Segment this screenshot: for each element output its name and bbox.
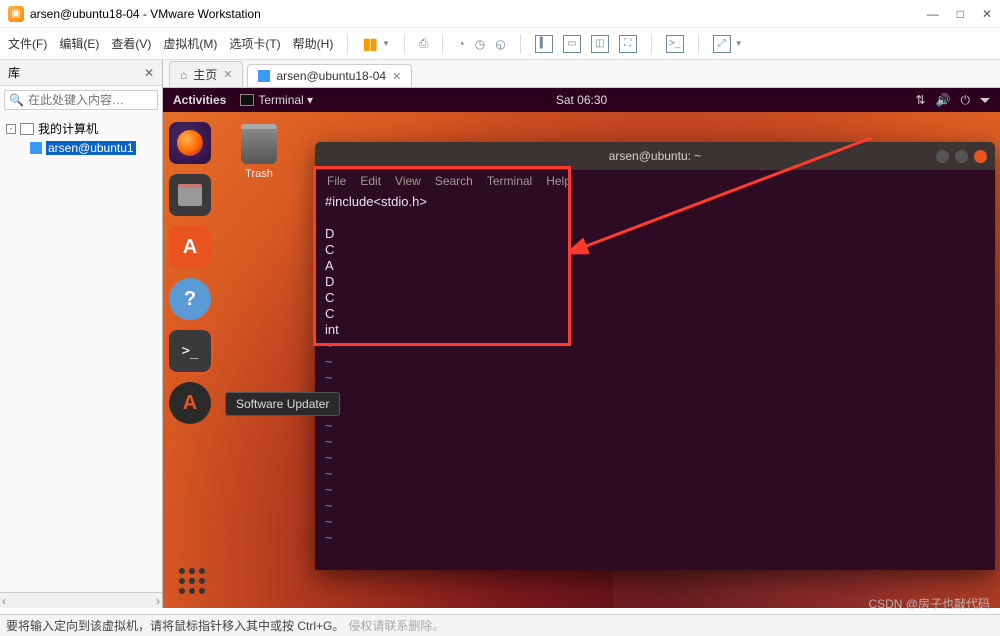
search-input[interactable]	[28, 93, 183, 107]
terminal-title: arsen@ubuntu: ~	[609, 149, 702, 163]
titlebar: ▣ arsen@ubuntu18-04 - VMware Workstation…	[0, 0, 1000, 28]
pause-icon[interactable]: ▮▮	[362, 34, 376, 54]
status-text2: 侵权请联系删除。	[348, 617, 444, 634]
dock-help[interactable]	[169, 278, 211, 320]
library-tree[interactable]: - 我的计算机 arsen@ubuntu1	[0, 114, 162, 592]
show-applications-button[interactable]	[179, 568, 207, 596]
trash-label: Trash	[241, 168, 277, 180]
terminal-window[interactable]: arsen@ubuntu: ~ File Edit View Search Te…	[315, 142, 995, 570]
terminal-topbar-icon	[240, 94, 254, 106]
tree-vm-label: arsen@ubuntu1	[46, 141, 136, 155]
maximize-button[interactable]: □	[957, 7, 964, 21]
vm-tab-icon	[258, 70, 270, 82]
term-menu-file[interactable]: File	[327, 174, 346, 188]
term-menu-help[interactable]: Help	[546, 174, 571, 188]
terminal-close-icon[interactable]	[974, 150, 987, 163]
term-line-7: C	[325, 306, 334, 321]
term-line-0: #include<stdio.h>	[325, 194, 427, 209]
term-line-8: int	[325, 322, 339, 337]
dock-terminal[interactable]	[169, 330, 211, 372]
tab-vm-label: arsen@ubuntu18-04	[276, 69, 386, 83]
menubar: 文件(F) 编辑(E) 查看(V) 虚拟机(M) 选项卡(T) 帮助(H) ▮▮…	[0, 28, 1000, 60]
menu-view[interactable]: 查看(V)	[111, 35, 151, 52]
sidebar-close-button[interactable]: ✕	[144, 66, 154, 80]
library-sidebar: 库 ✕ 🔍 ▼ - 我的计算机 arsen@ubuntu1 ‹ ›	[0, 60, 163, 608]
power-icon[interactable]: ⏻	[961, 93, 971, 108]
revert-icon[interactable]: ◷	[475, 37, 485, 51]
tab-home-close[interactable]: ✕	[223, 68, 232, 81]
system-menu-caret-icon[interactable]	[980, 98, 990, 103]
home-icon: ⌂	[180, 68, 187, 82]
sidebar-search[interactable]: 🔍 ▼	[4, 90, 158, 110]
menu-tab[interactable]: 选项卡(T)	[229, 35, 280, 52]
topbar-app-menu[interactable]: Terminal ▾	[240, 93, 313, 107]
term-line-3: C	[325, 242, 334, 257]
trash-icon	[241, 124, 277, 164]
ubuntu-dock: Software Updater	[169, 122, 217, 424]
dock-tooltip: Software Updater	[225, 392, 340, 416]
view2-icon[interactable]: ▭	[563, 35, 581, 53]
terminal-max-icon[interactable]	[955, 150, 968, 163]
term-line-4: A	[325, 258, 334, 273]
app-logo-icon: ▣	[8, 6, 24, 22]
status-text: 要将输入定向到该虚拟机，请将鼠标指针移入其中或按 Ctrl+G。	[6, 617, 344, 634]
term-line-2: D	[325, 226, 334, 241]
menu-edit[interactable]: 编辑(E)	[59, 35, 99, 52]
term-menu-search[interactable]: Search	[435, 174, 473, 188]
term-line-6: C	[325, 290, 334, 305]
sidebar-scrollbar[interactable]: ‹ ›	[0, 592, 162, 608]
close-button[interactable]: ✕	[982, 7, 992, 21]
dock-software-updater[interactable]	[169, 382, 211, 424]
watermark: CSDN @房子也敲代码	[868, 595, 990, 612]
manage-icon[interactable]: ◵	[495, 37, 505, 51]
dock-firefox[interactable]	[169, 122, 211, 164]
term-menu-edit[interactable]: Edit	[360, 174, 381, 188]
window-title: arsen@ubuntu18-04 - VMware Workstation	[30, 7, 927, 21]
term-menu-view[interactable]: View	[395, 174, 421, 188]
search-icon: 🔍	[9, 93, 24, 107]
view3-icon[interactable]: ◫	[591, 35, 609, 53]
topbar-app-label: Terminal ▾	[258, 93, 313, 107]
scroll-left-icon[interactable]: ‹	[2, 594, 6, 608]
dock-software[interactable]	[169, 226, 211, 268]
statusbar: 要将输入定向到该虚拟机，请将鼠标指针移入其中或按 Ctrl+G。 侵权请联系删除…	[0, 614, 1000, 636]
fullscreen-icon[interactable]: ⤢	[713, 35, 731, 53]
tree-root[interactable]: - 我的计算机	[2, 118, 160, 139]
computer-icon	[20, 123, 34, 135]
tab-home[interactable]: ⌂ 主页 ✕	[169, 61, 243, 87]
menu-file[interactable]: 文件(F)	[8, 35, 47, 52]
tabstrip: ⌂ 主页 ✕ arsen@ubuntu18-04 ✕	[163, 60, 1000, 88]
send-icon[interactable]: ⎙	[419, 36, 429, 51]
minimize-button[interactable]: —	[927, 7, 939, 21]
menu-help[interactable]: 帮助(H)	[293, 35, 334, 52]
guest-display[interactable]: Activities Terminal ▾ Sat 06:30 ⇅ 🔊 ⏻ Tr…	[163, 88, 1000, 608]
terminal-body[interactable]: #include<stdio.h> D C A D C C int ~ ~ ~ …	[315, 192, 995, 548]
vm-icon	[30, 142, 42, 154]
term-line-5: D	[325, 274, 334, 289]
tab-home-label: 主页	[193, 66, 217, 83]
clock[interactable]: Sat 06:30	[556, 93, 607, 107]
scroll-right-icon[interactable]: ›	[156, 594, 160, 608]
term-menu-terminal[interactable]: Terminal	[487, 174, 532, 188]
ubuntu-topbar: Activities Terminal ▾ Sat 06:30 ⇅ 🔊 ⏻	[163, 88, 1000, 112]
console-icon[interactable]: >_	[666, 35, 684, 53]
tab-vm-close[interactable]: ✕	[392, 70, 401, 83]
menu-vm[interactable]: 虚拟机(M)	[163, 35, 217, 52]
trash-desktop-icon[interactable]: Trash	[241, 124, 277, 180]
collapse-icon[interactable]: -	[6, 124, 16, 134]
terminal-titlebar[interactable]: arsen@ubuntu: ~	[315, 142, 995, 170]
view4-icon[interactable]: ⛶	[619, 35, 637, 53]
view1-icon[interactable]: ▍	[535, 35, 553, 53]
tree-root-label: 我的计算机	[38, 120, 98, 137]
activities-button[interactable]: Activities	[173, 93, 226, 107]
tab-vm[interactable]: arsen@ubuntu18-04 ✕	[247, 64, 412, 87]
network-icon[interactable]: ⇅	[915, 93, 925, 107]
sound-icon[interactable]: 🔊	[936, 93, 951, 107]
dock-files[interactable]	[169, 174, 211, 216]
terminal-menubar: File Edit View Search Terminal Help	[315, 170, 995, 192]
snapshot-icon[interactable]: ◔	[457, 37, 464, 51]
terminal-min-icon[interactable]	[936, 150, 949, 163]
tree-vm-item[interactable]: arsen@ubuntu1	[2, 139, 160, 157]
sidebar-title: 库	[8, 64, 20, 81]
